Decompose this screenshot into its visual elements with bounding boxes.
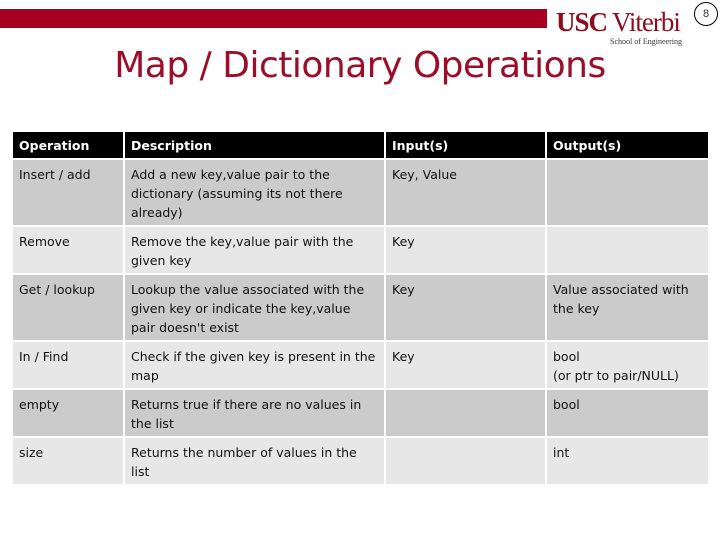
cell-inputs: Key, Value (386, 160, 545, 225)
operations-table: Operation Description Input(s) Output(s)… (11, 130, 710, 486)
cell-inputs (386, 438, 545, 484)
cell-inputs: Key (386, 227, 545, 273)
cell-outputs: bool (547, 390, 708, 436)
table-row: size Returns the number of values in the… (13, 438, 708, 484)
output-line: int (553, 445, 570, 460)
table-row: empty Returns true if there are no value… (13, 390, 708, 436)
cell-operation: empty (13, 390, 123, 436)
logo-viterbi-text: Viterbi (612, 7, 681, 37)
output-line: (or ptr to pair/NULL) (553, 368, 679, 383)
page-title: Map / Dictionary Operations (114, 45, 606, 86)
cell-description: Lookup the value associated with the giv… (125, 275, 384, 340)
cell-operation: Get / lookup (13, 275, 123, 340)
cell-inputs: Key (386, 342, 545, 388)
cell-outputs (547, 160, 708, 225)
cell-description: Remove the key,value pair with the given… (125, 227, 384, 273)
cell-operation: Insert / add (13, 160, 123, 225)
cell-outputs (547, 227, 708, 273)
column-header-outputs: Output(s) (547, 132, 708, 158)
table-row: In / Find Check if the given key is pres… (13, 342, 708, 388)
cell-operation: In / Find (13, 342, 123, 388)
cell-description: Add a new key,value pair to the dictiona… (125, 160, 384, 225)
column-header-inputs: Input(s) (386, 132, 545, 158)
cell-operation: size (13, 438, 123, 484)
column-header-operation: Operation (13, 132, 123, 158)
output-line: bool (553, 349, 580, 364)
output-line: Value associated with the key (553, 282, 689, 316)
table-header-row: Operation Description Input(s) Output(s) (13, 132, 708, 158)
column-header-description: Description (125, 132, 384, 158)
cell-description: Returns the number of values in the list (125, 438, 384, 484)
cell-inputs (386, 390, 545, 436)
cell-description: Returns true if there are no values in t… (125, 390, 384, 436)
table-row: Remove Remove the key,value pair with th… (13, 227, 708, 273)
cell-description: Check if the given key is present in the… (125, 342, 384, 388)
cell-outputs: Value associated with the key (547, 275, 708, 340)
logo-usc-text: USC (556, 7, 608, 37)
table-row: Get / lookup Lookup the value associated… (13, 275, 708, 340)
cell-operation: Remove (13, 227, 123, 273)
cell-outputs: bool (or ptr to pair/NULL) (547, 342, 708, 388)
cell-inputs: Key (386, 275, 545, 340)
cell-outputs: int (547, 438, 708, 484)
page-number: 8 (694, 2, 718, 26)
table-row: Insert / add Add a new key,value pair to… (13, 160, 708, 225)
output-line: bool (553, 397, 580, 412)
header-accent-bar (0, 9, 547, 28)
